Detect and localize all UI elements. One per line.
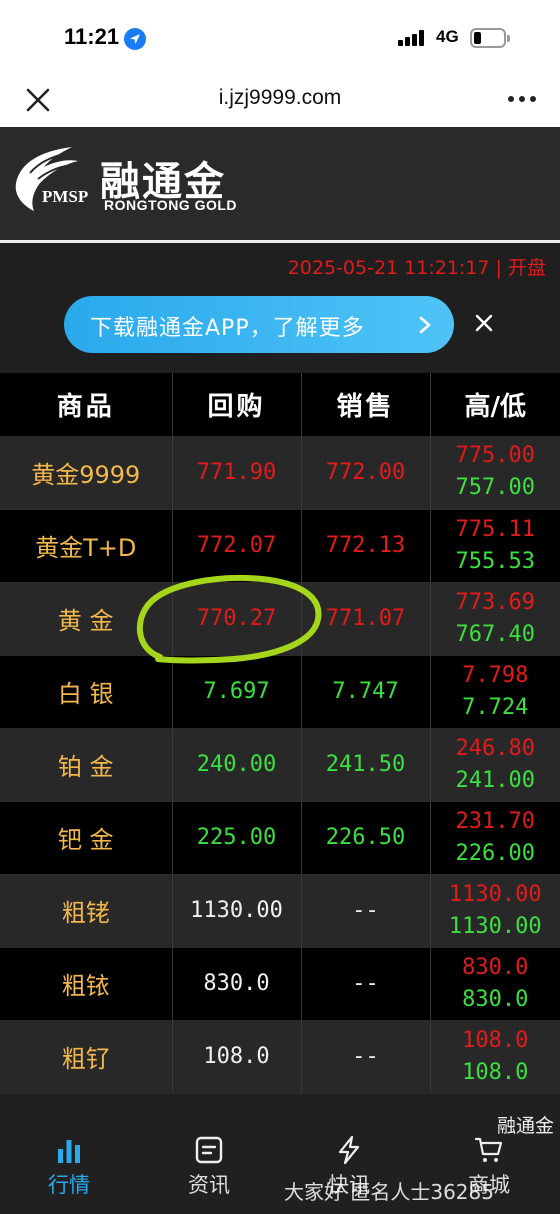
high-price: 775.00 <box>455 443 535 469</box>
sell-price: -- <box>301 1020 431 1094</box>
product-name: 白 银 <box>0 655 173 729</box>
banner-close-icon[interactable] <box>474 313 494 333</box>
sell-price: -- <box>301 947 431 1021</box>
low-price: 767.40 <box>455 621 535 647</box>
high-price: 830.0 <box>462 954 529 980</box>
high-low-cell: 1130.00 1130.00 <box>430 874 560 948</box>
buyback-price: 108.0 <box>172 1020 302 1094</box>
high-price: 775.11 <box>455 516 535 542</box>
product-name: 黄金T+D <box>0 509 173 583</box>
sell-price: 241.50 <box>301 728 431 802</box>
sell-price: 772.13 <box>301 509 431 583</box>
product-name: 黄 金 <box>0 582 173 656</box>
product-name: 黄金9999 <box>0 436 173 510</box>
header-buyback: 回购 <box>172 373 302 436</box>
table-row: 粗铱 830.0 -- 830.0 830.0 <box>0 947 560 1021</box>
high-low-cell: 231.70 226.00 <box>430 801 560 875</box>
table-row: 粗铑 1130.00 -- 1130.00 1130.00 <box>0 874 560 948</box>
buyback-price: 830.0 <box>172 947 302 1021</box>
high-price: 108.0 <box>462 1027 529 1053</box>
sell-price: -- <box>301 874 431 948</box>
header-product: 商品 <box>0 373 173 436</box>
nav-label: 资讯 <box>188 1173 230 1197</box>
high-low-cell: 108.0 108.0 <box>430 1020 560 1094</box>
chevron-right-icon <box>418 316 432 334</box>
high-low-cell: 775.00 757.00 <box>430 436 560 510</box>
download-app-banner[interactable]: 下载融通金APP，了解更多 <box>64 296 454 353</box>
low-price: 226.00 <box>455 840 535 866</box>
lightning-icon <box>334 1135 364 1165</box>
product-name: 粗铑 <box>0 874 173 948</box>
product-name: 粗铱 <box>0 947 173 1021</box>
sell-price: 772.00 <box>301 436 431 510</box>
banner-text: 下载融通金APP，了解更多 <box>90 316 365 341</box>
network-type: 4G <box>436 27 459 46</box>
high-price: 246.80 <box>455 735 535 761</box>
high-low-cell: 773.69 767.40 <box>430 582 560 656</box>
product-name: 粗钌 <box>0 1020 173 1094</box>
buyback-price: 225.00 <box>172 801 302 875</box>
high-price: 773.69 <box>455 589 535 615</box>
high-low-cell: 7.798 7.724 <box>430 655 560 729</box>
watermark-text: 大家好 匿名人士36285 <box>284 1180 494 1204</box>
url-text: i.jzj9999.com <box>218 86 342 109</box>
low-price: 757.00 <box>455 475 535 501</box>
battery-icon <box>470 28 510 48</box>
location-arrow-icon <box>124 28 146 50</box>
quote-table: 商品 回购 销售 高/低 黄金9999 771.90 772.00 775.00 757… <box>0 373 560 1094</box>
news-icon <box>194 1135 224 1165</box>
nav-label: 行情 <box>48 1173 90 1197</box>
buyback-price: 1130.00 <box>172 874 302 948</box>
nav-item-news[interactable]: 资讯 <box>164 1135 254 1205</box>
high-low-cell: 830.0 830.0 <box>430 947 560 1021</box>
high-low-cell: 775.11 755.53 <box>430 509 560 583</box>
sell-price: 226.50 <box>301 801 431 875</box>
low-price: 108.0 <box>462 1059 529 1085</box>
table-row: 黄金T+D 772.07 772.13 775.11 755.53 <box>0 509 560 583</box>
low-price: 1130.00 <box>448 913 542 939</box>
nav-item-quotes[interactable]: 行情 <box>24 1135 114 1205</box>
table-row: 铂 金 240.00 241.50 246.80 241.00 <box>0 728 560 802</box>
more-options-icon[interactable] <box>508 96 538 104</box>
dragon-logo-icon <box>10 143 96 219</box>
cart-icon <box>474 1135 504 1165</box>
close-icon[interactable] <box>24 86 52 114</box>
sell-price: 7.747 <box>301 655 431 729</box>
buyback-price: 770.27 <box>172 582 302 656</box>
high-low-cell: 246.80 241.00 <box>430 728 560 802</box>
table-row: 黄金9999 771.90 772.00 775.00 757.00 <box>0 436 560 510</box>
low-price: 755.53 <box>455 548 535 574</box>
product-name: 铂 金 <box>0 728 173 802</box>
sell-price: 771.07 <box>301 582 431 656</box>
table-row: 钯 金 225.00 226.50 231.70 226.00 <box>0 801 560 875</box>
table-row: 白 银 7.697 7.747 7.798 7.724 <box>0 655 560 729</box>
high-price: 7.798 <box>462 662 529 688</box>
high-price: 1130.00 <box>448 881 542 907</box>
buyback-price: 772.07 <box>172 509 302 583</box>
buyback-price: 240.00 <box>172 728 302 802</box>
header-high-low: 高/低 <box>430 373 560 436</box>
cellular-signal-icon <box>398 30 426 46</box>
product-name: 钯 金 <box>0 801 173 875</box>
low-price: 830.0 <box>462 986 529 1012</box>
high-price: 231.70 <box>455 808 535 834</box>
logo-pmsp-text: PMSP <box>42 187 89 206</box>
low-price: 7.724 <box>462 694 529 720</box>
table-row: 粗钌 108.0 -- 108.0 108.0 <box>0 1020 560 1094</box>
quote-table-header: 商品 回购 销售 高/低 <box>0 373 560 436</box>
browser-bar: i.jzj9999.com <box>0 76 560 127</box>
header-sell: 销售 <box>301 373 431 436</box>
low-price: 241.00 <box>455 767 535 793</box>
status-time: 11:21 <box>64 24 120 49</box>
buyback-price: 7.697 <box>172 655 302 729</box>
site-header: PMSP 融通金 RONGTONG GOLD <box>0 127 560 243</box>
bar-chart-icon <box>54 1135 84 1165</box>
market-content: 2025-05-21 11:21:17 | 开盘 下载融通金APP，了解更多 商… <box>0 243 560 1099</box>
buyback-price: 771.90 <box>172 436 302 510</box>
status-bar: 11:21 4G <box>0 0 560 76</box>
market-timestamp: 2025-05-21 11:21:17 | 开盘 <box>287 257 546 279</box>
table-row: 黄 金 770.27 771.07 773.69 767.40 <box>0 582 560 656</box>
floating-brand-label[interactable]: 融通金 <box>497 1111 554 1138</box>
brand-name-en: RONGTONG GOLD <box>104 197 238 213</box>
